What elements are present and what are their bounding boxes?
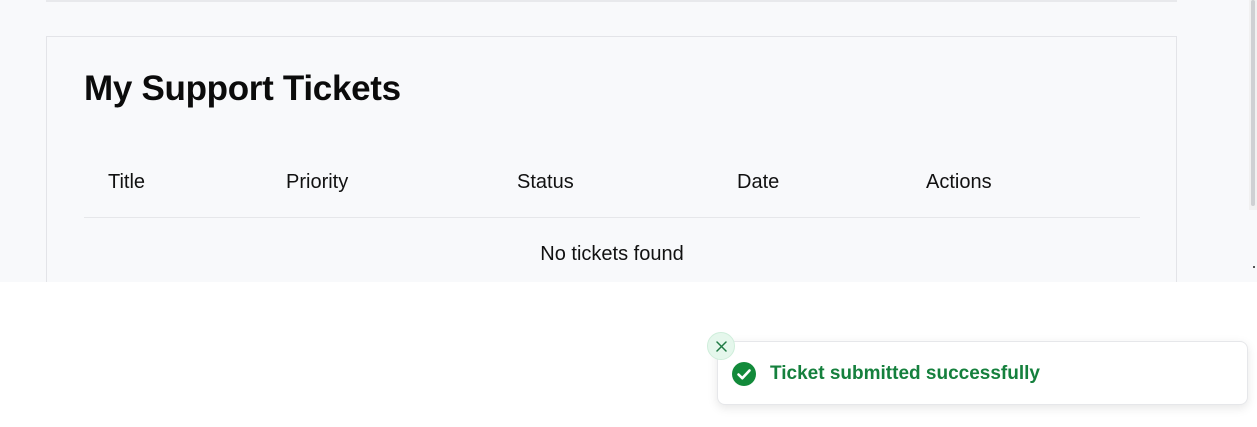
success-toast: Ticket submitted successfully [717,341,1248,405]
column-header-status: Status [517,171,574,193]
close-icon [716,341,727,352]
column-header-title: Title [108,171,146,193]
scrollbar-thumb[interactable] [1251,0,1255,206]
top-divider [46,0,1177,2]
scrollbar-marker [1253,266,1255,268]
column-header-priority: Priority [286,171,349,193]
column-header-actions: Actions [926,171,992,193]
toast-message: Ticket submitted successfully [770,363,1040,384]
table-header: Title Priority Status Date Actions [84,157,1140,218]
page-title: My Support Tickets [84,69,401,108]
check-circle-icon [732,362,756,386]
column-header-date: Date [737,171,780,193]
toast-close-button[interactable] [707,332,735,360]
empty-table-message: No tickets found [540,243,684,265]
tickets-card: My Support Tickets Title Priority Status… [46,36,1177,282]
page-viewport: My Support Tickets Title Priority Status… [0,0,1257,282]
